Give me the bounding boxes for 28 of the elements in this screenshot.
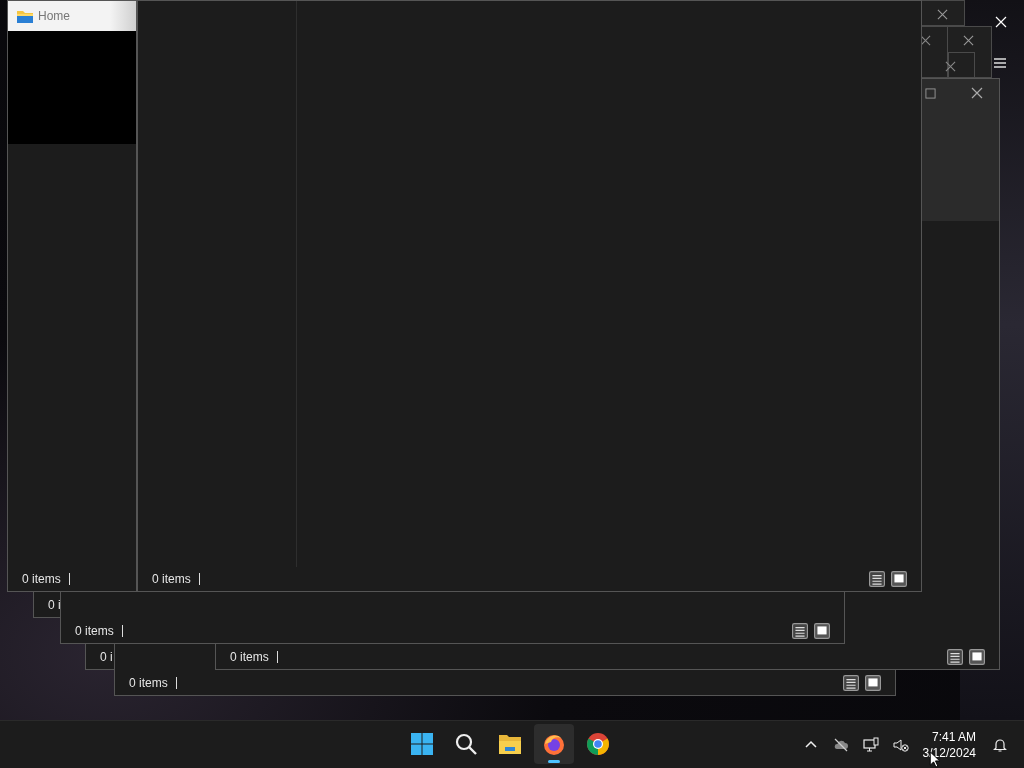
windows-logo-icon (410, 732, 434, 756)
folder-icon (498, 732, 522, 756)
tiles-view-icon[interactable] (891, 571, 907, 587)
status-text: 0 i (48, 598, 61, 612)
tiles-view-icon[interactable] (969, 649, 985, 665)
status-text: 0 i (100, 650, 113, 664)
window-title: Home (38, 9, 70, 23)
folder-icon (17, 9, 33, 23)
status-text: 0 items (230, 650, 269, 664)
maximize-icon[interactable] (925, 88, 936, 99)
fox-logo-icon (542, 732, 566, 756)
status-text: 0 items (129, 676, 168, 690)
network-icon[interactable] (860, 734, 881, 755)
browser-logo-icon (586, 732, 610, 756)
details-view-icon[interactable] (792, 623, 808, 639)
status-text: 0 items (22, 572, 61, 586)
status-text: 0 items (75, 624, 114, 638)
close-icon[interactable] (971, 87, 983, 99)
tiles-view-icon[interactable] (865, 675, 881, 691)
tiles-view-icon[interactable] (814, 623, 830, 639)
details-view-icon[interactable] (843, 675, 859, 691)
clock-button[interactable]: 7:41 AM 3/12/2024 (920, 728, 978, 761)
search-icon (454, 732, 478, 756)
menu-icon[interactable] (993, 57, 1007, 69)
details-view-icon[interactable] (869, 571, 885, 587)
status-text: 0 items (152, 572, 191, 586)
taskbar-app-button[interactable] (534, 724, 574, 764)
details-view-icon[interactable] (947, 649, 963, 665)
